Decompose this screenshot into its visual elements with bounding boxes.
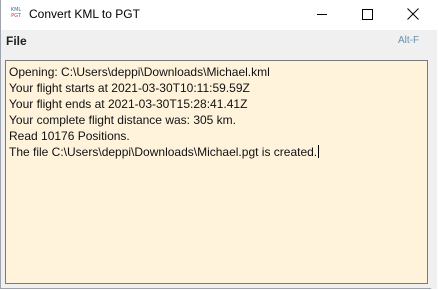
close-icon — [407, 8, 419, 20]
log-line: Your complete flight distance was: 305 k… — [9, 113, 237, 127]
maximize-button[interactable] — [345, 0, 391, 30]
minimize-button[interactable] — [299, 0, 345, 30]
text-caret — [318, 145, 320, 158]
close-button[interactable] — [391, 0, 437, 30]
menu-shortcut-hint: Alt-F — [398, 35, 420, 46]
title-bar[interactable]: KML PGT Convert KML to PGT — [1, 0, 437, 30]
menu-bar: File Alt-F — [1, 30, 437, 52]
log-line: Your flight ends at 2021-03-30T15:28:41.… — [9, 97, 248, 111]
icon-label-bottom: PGT — [11, 13, 21, 19]
log-line-last: The file C:\Users\deppi\Downloads\Michae… — [9, 144, 427, 160]
kml-pgt-icon: KML PGT — [9, 7, 23, 22]
log-output-textarea[interactable]: Opening: C:\Users\deppi\Downloads\Michae… — [5, 60, 428, 284]
maximize-icon — [362, 9, 373, 20]
app-window: KML PGT Convert KML to PGT File Alt-F Op… — [0, 0, 437, 289]
log-line-text: The file C:\Users\deppi\Downloads\Michae… — [9, 145, 318, 159]
menu-file[interactable]: File — [6, 34, 27, 48]
log-line: Your flight starts at 2021-03-30T10:11:5… — [9, 81, 250, 95]
window-title: Convert KML to PGT — [29, 7, 140, 21]
window-edge — [431, 52, 437, 289]
log-line: Read 10176 Positions. — [9, 129, 130, 143]
minimize-icon — [317, 14, 327, 15]
log-line: Opening: C:\Users\deppi\Downloads\Michae… — [9, 65, 270, 79]
